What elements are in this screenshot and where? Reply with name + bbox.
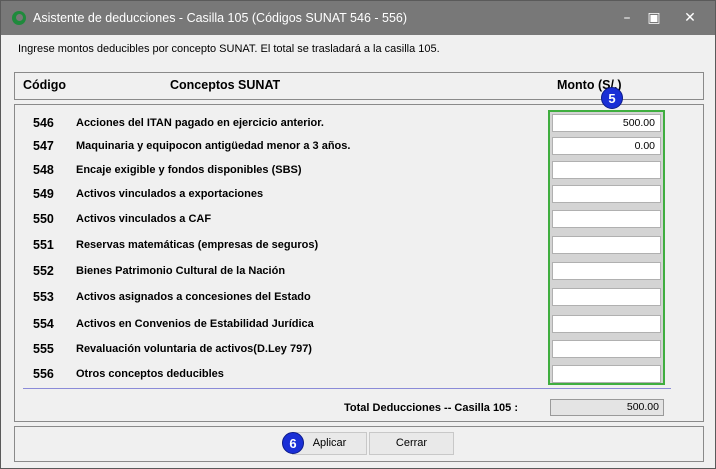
row-label-556: Otros conceptos deducibles — [76, 368, 224, 380]
row-label-549: Activos vinculados a exportaciones — [76, 188, 264, 200]
step-badge-6: 6 — [282, 432, 304, 454]
amount-input-555[interactable] — [552, 340, 661, 358]
amount-input-552[interactable] — [552, 262, 661, 280]
row-code-553: 553 — [33, 290, 54, 304]
row-label-550: Activos vinculados a CAF — [76, 213, 212, 225]
row-code-552: 552 — [33, 264, 54, 278]
deductions-panel: 546 Acciones del ITAN pagado en ejercici… — [14, 104, 704, 422]
amount-input-549[interactable] — [552, 185, 661, 203]
close-icon[interactable]: ✕ — [679, 7, 701, 29]
amount-input-546[interactable]: 500.00 — [552, 114, 661, 132]
row-code-554: 554 — [33, 317, 54, 331]
row-code-546: 546 — [33, 116, 54, 130]
amount-input-553[interactable] — [552, 288, 661, 306]
button-bar: Aplicar Cerrar — [14, 426, 704, 462]
amounts-highlight: 500.00 0.00 — [548, 110, 665, 385]
app-logo-icon — [12, 11, 26, 25]
row-label-548: Encaje exigible y fondos disponibles (SB… — [76, 164, 302, 176]
row-label-546: Acciones del ITAN pagado en ejercicio an… — [76, 117, 324, 129]
row-code-555: 555 — [33, 342, 54, 356]
row-label-552: Bienes Patrimonio Cultural de la Nación — [76, 265, 286, 277]
title-bar[interactable]: Asistente de deducciones - Casilla 105 (… — [1, 1, 715, 35]
row-label-547: Maquinaria y equipocon antigüedad menor … — [76, 140, 351, 152]
row-code-547: 547 — [33, 139, 54, 153]
row-label-553: Activos asignados a concesiones del Esta… — [76, 291, 311, 303]
minimize-icon[interactable]: – — [616, 7, 638, 29]
close-button[interactable]: Cerrar — [369, 432, 454, 455]
total-value: 500.00 — [550, 399, 664, 416]
row-label-554: Activos en Convenios de Estabilidad Jurí… — [76, 318, 314, 330]
amount-input-551[interactable] — [552, 236, 661, 254]
header-codigo: Código — [23, 78, 67, 92]
separator-line — [23, 388, 671, 389]
amount-input-556[interactable] — [552, 365, 661, 383]
header-conceptos: Conceptos SUNAT — [170, 78, 281, 92]
amount-input-554[interactable] — [552, 315, 661, 333]
row-code-549: 549 — [33, 187, 54, 201]
dialog-window: Asistente de deducciones - Casilla 105 (… — [0, 0, 716, 469]
row-code-556: 556 — [33, 367, 54, 381]
row-code-551: 551 — [33, 238, 54, 252]
instructions-text: Ingrese montos deducibles por concepto S… — [18, 43, 440, 55]
row-code-550: 550 — [33, 212, 54, 226]
maximize-icon[interactable]: ▣ — [643, 7, 665, 29]
row-label-555: Revaluación voluntaria de activos(D.Ley … — [76, 343, 312, 355]
window-title: Asistente de deducciones - Casilla 105 (… — [33, 11, 408, 25]
row-code-548: 548 — [33, 163, 54, 177]
amount-input-547[interactable]: 0.00 — [552, 137, 661, 155]
step-badge-5: 5 — [601, 87, 623, 109]
total-label: Total Deducciones -- Casilla 105 : — [344, 402, 519, 414]
amount-input-550[interactable] — [552, 210, 661, 228]
row-label-551: Reservas matemáticas (empresas de seguro… — [76, 239, 319, 251]
amount-input-548[interactable] — [552, 161, 661, 179]
